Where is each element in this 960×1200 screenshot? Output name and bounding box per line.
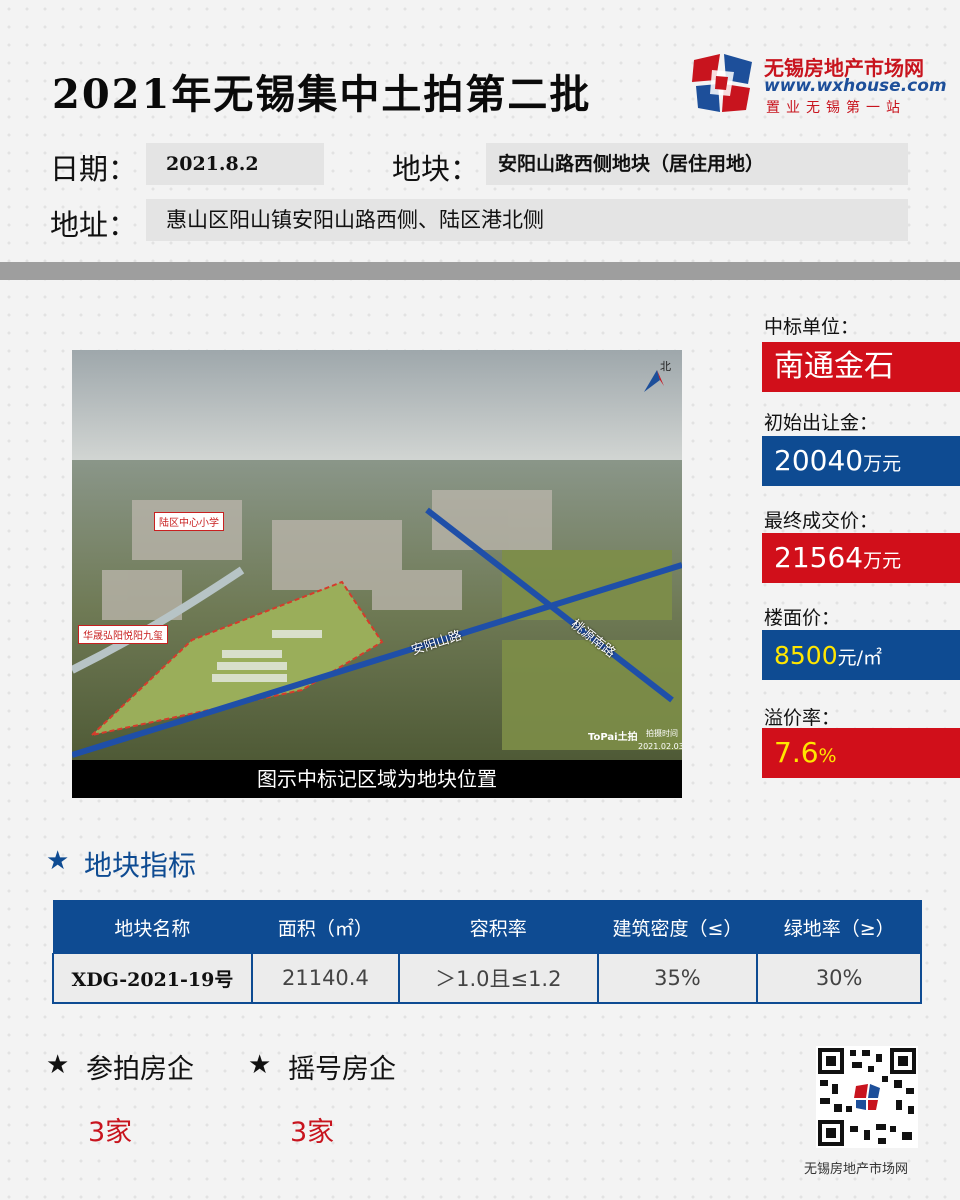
floor-price-label: 楼面价： xyxy=(764,607,841,629)
participants-label: 参拍房企 xyxy=(86,1054,194,1085)
final-price-unit: 万元 xyxy=(863,550,902,572)
participants-count: 3家 xyxy=(88,1117,133,1148)
start-price-box: 20040万元 xyxy=(762,436,960,486)
logo-slogan: 置业无锡第一站 xyxy=(766,100,906,116)
lottery-count: 3家 xyxy=(290,1117,335,1148)
table-header-row: 地块名称 面积（㎡） 容积率 建筑密度（≤） 绿地率（≥） xyxy=(52,900,922,954)
col-far: 容积率 xyxy=(398,900,599,954)
winner-value: 南通金石 xyxy=(762,342,960,392)
premium-label: 溢价率： xyxy=(764,707,841,729)
floor-price-value: 8500 xyxy=(774,641,838,670)
photo-caption: 图示中标记区域为地块位置 xyxy=(72,760,682,798)
north-label: 北 xyxy=(660,360,671,373)
start-price-value: 20040 xyxy=(774,444,864,477)
final-price-label: 最终成交价： xyxy=(764,510,879,532)
aerial-photo: 北 陆区中心小学 华晟弘阳悦阳九玺 安阳山路 桃源南路 ToPai土拍 拍摄时间… xyxy=(72,350,682,760)
address-label: 地址： xyxy=(50,208,138,242)
col-green: 绿地率（≥） xyxy=(756,900,922,954)
premium-unit: % xyxy=(818,745,837,767)
lottery-label: 摇号房企 xyxy=(288,1054,396,1085)
cell-green: 30% xyxy=(756,953,922,1004)
star-icon: ★ xyxy=(46,846,70,876)
shot-label: 拍摄时间 xyxy=(646,729,678,738)
start-price-unit: 万元 xyxy=(863,453,902,475)
logo-icon xyxy=(692,54,752,112)
cell-plot-name: XDG-2021-19号 xyxy=(52,953,253,1004)
premium-value: 7.6 xyxy=(774,736,819,769)
index-heading: 地块指标 xyxy=(84,849,197,882)
shot-date: 2021.02.03 xyxy=(638,742,682,751)
plot-label: 地块： xyxy=(392,152,480,186)
cell-area: 21140.4 xyxy=(250,953,401,1004)
floor-price-box: 8500元/㎡ xyxy=(762,630,960,680)
col-area: 面积（㎡） xyxy=(251,900,400,954)
estate-tag: 华晟弘阳悦阳九玺 xyxy=(78,625,168,644)
section-divider xyxy=(0,262,960,280)
index-table: 地块名称 面积（㎡） 容积率 建筑密度（≤） 绿地率（≥） XDG-2021-1… xyxy=(52,900,922,1004)
col-plot-name: 地块名称 xyxy=(52,900,253,954)
star-icon: ★ xyxy=(46,1050,70,1080)
qr-code-icon[interactable] xyxy=(816,1046,918,1148)
floor-price-unit: 元/㎡ xyxy=(837,647,883,669)
start-price-label: 初始出让金： xyxy=(764,412,879,434)
cell-density: 35% xyxy=(596,953,759,1004)
table-row: XDG-2021-19号 21140.4 ＞1.0且≤1.2 35% 30% xyxy=(52,953,922,1004)
qr-caption: 无锡房地产市场网 xyxy=(804,1162,909,1177)
date-label: 日期： xyxy=(50,152,138,186)
star-icon: ★ xyxy=(248,1050,272,1080)
plot-value: 安阳山路西侧地块（居住用地） xyxy=(486,143,908,185)
final-price-value: 21564 xyxy=(774,541,864,574)
cell-far: ＞1.0且≤1.2 xyxy=(398,953,599,1004)
school-tag: 陆区中心小学 xyxy=(154,512,224,531)
watermark-logo: ToPai土拍 xyxy=(588,732,638,743)
page-title: 2021年无锡集中土拍第二批 xyxy=(52,71,592,118)
date-value: 2021.8.2 xyxy=(146,143,324,185)
final-price-box: 21564万元 xyxy=(762,533,960,583)
winner-label: 中标单位： xyxy=(764,316,860,338)
premium-box: 7.6% xyxy=(762,728,960,778)
address-value: 惠山区阳山镇安阳山路西侧、陆区港北侧 xyxy=(146,199,908,241)
logo-url[interactable]: www.wxhouse.com xyxy=(764,76,947,96)
col-density: 建筑密度（≤） xyxy=(597,900,758,954)
